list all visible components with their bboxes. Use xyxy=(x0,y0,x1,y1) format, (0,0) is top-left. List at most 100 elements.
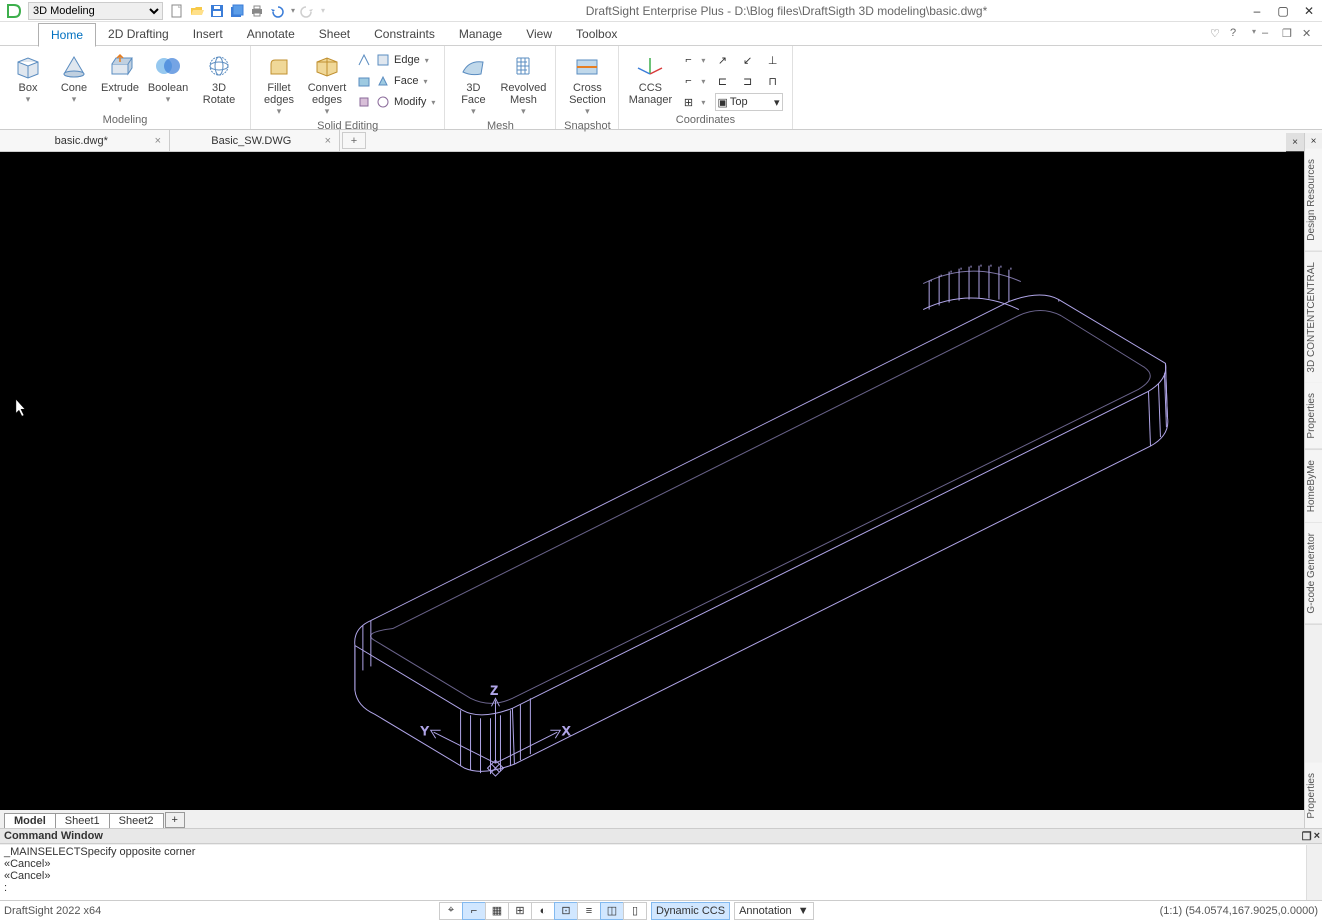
fillet-edges-button[interactable]: Fillet edges▾ xyxy=(257,50,301,119)
coord-icon-6: ⊏ xyxy=(715,73,731,89)
sheet-2[interactable]: Sheet2 xyxy=(109,813,164,828)
tab-toolbox[interactable]: Toolbox xyxy=(564,23,629,45)
tab-home[interactable]: Home xyxy=(38,23,96,47)
coord-icon-1: ⌐ xyxy=(680,52,696,68)
close-icon[interactable]: × xyxy=(155,135,161,147)
face-button[interactable]: Face▾ xyxy=(353,71,438,91)
coordinates-group-label: Coordinates xyxy=(625,113,785,127)
redo-icon[interactable] xyxy=(299,3,315,19)
cmd-close-icon[interactable]: × xyxy=(1314,830,1320,843)
doc-minimize-button[interactable]: – xyxy=(1262,27,1276,41)
extrude-button[interactable]: Extrude▾ xyxy=(98,50,142,107)
revolved-mesh-button[interactable]: Revolved Mesh▾ xyxy=(497,50,549,119)
undo-dropdown-icon[interactable]: ▾ xyxy=(291,6,295,15)
tab-sheet[interactable]: Sheet xyxy=(307,23,362,45)
coord-icon-2: ↗ xyxy=(715,52,731,68)
extrude-icon xyxy=(104,52,136,80)
convert-edges-button[interactable]: Convert edges▾ xyxy=(303,50,351,119)
tab-2d-drafting[interactable]: 2D Drafting xyxy=(96,23,181,45)
command-window[interactable]: _MAINSELECTSpecify opposite corner «Canc… xyxy=(0,844,1322,900)
add-document-button[interactable]: + xyxy=(342,132,366,149)
cmd-line: «Cancel» xyxy=(4,870,1318,882)
mesh-group-label: Mesh xyxy=(451,119,549,133)
coord-row3[interactable]: ⊞▾ ▣Top▾ xyxy=(677,92,785,112)
scrollbar[interactable] xyxy=(1306,845,1322,900)
tab-insert[interactable]: Insert xyxy=(181,23,235,45)
ccs-manager-icon xyxy=(634,52,666,80)
status-btn-esnap[interactable]: ⊡ xyxy=(554,902,578,920)
ribbon: Box▾ Cone▾ Extrude▾ Boolean▾ 3D Rotate M… xyxy=(0,46,1322,130)
new-icon[interactable] xyxy=(169,3,185,19)
modify-button[interactable]: Modify▾ xyxy=(353,92,438,112)
status-btn-qinput[interactable]: ▯ xyxy=(623,902,647,920)
panel-homebyme[interactable]: HomeByMe xyxy=(1305,450,1322,523)
panel-properties[interactable]: Properties xyxy=(1305,383,1322,450)
panel-properties-2[interactable]: Properties xyxy=(1305,763,1322,830)
fillet-icon xyxy=(263,52,295,80)
box-button[interactable]: Box▾ xyxy=(6,50,50,107)
sheet-tabs: Model Sheet1 Sheet2 + xyxy=(0,810,1304,828)
open-icon[interactable] xyxy=(189,3,205,19)
panel-design-resources[interactable]: Design Resources xyxy=(1305,149,1322,252)
status-btn-etrack[interactable]: ≡ xyxy=(577,902,601,920)
window-controls: – ▢ ✕ xyxy=(1248,4,1318,18)
cmd-dock-icon[interactable]: ❐ xyxy=(1302,830,1312,843)
app-logo[interactable] xyxy=(4,1,24,21)
3d-face-button[interactable]: 3D Face▾ xyxy=(451,50,495,119)
undo-icon[interactable] xyxy=(269,3,285,19)
edge-button[interactable]: Edge▾ xyxy=(353,50,438,70)
maximize-button[interactable]: ▢ xyxy=(1274,4,1292,18)
tab-view[interactable]: View xyxy=(514,23,564,45)
status-annotation[interactable]: Annotation ▼ xyxy=(734,902,814,920)
tab-manage[interactable]: Manage xyxy=(447,23,514,45)
help-icon[interactable]: ? xyxy=(1230,27,1244,41)
status-btn-snap[interactable]: ⌐ xyxy=(462,902,486,920)
close-button[interactable]: ✕ xyxy=(1300,4,1318,18)
status-btn-lwt[interactable]: ◫ xyxy=(600,902,624,920)
cmd-prompt[interactable]: : xyxy=(4,882,1318,894)
doc-close-button[interactable]: ✕ xyxy=(1302,27,1316,41)
command-window-header[interactable]: Command Window ❐ × xyxy=(0,828,1322,844)
status-version: DraftSight 2022 x64 xyxy=(4,905,101,917)
close-icon[interactable]: × xyxy=(325,135,331,147)
add-sheet-button[interactable]: + xyxy=(165,812,185,828)
tab-annotate[interactable]: Annotate xyxy=(235,23,307,45)
doc-restore-button[interactable]: ❐ xyxy=(1282,27,1296,41)
face-icon-2 xyxy=(375,73,391,89)
sheet-model[interactable]: Model xyxy=(4,813,56,828)
edge-icon-2 xyxy=(375,52,391,68)
ccs-manager-button[interactable]: CCS Manager xyxy=(625,50,675,108)
view-orientation-select[interactable]: ▣Top▾ xyxy=(715,93,783,111)
panel-3d-contentcentral[interactable]: 3D CONTENTCENTRAL xyxy=(1305,252,1322,384)
right-panel-strip: × Design Resources 3D CONTENTCENTRAL Pro… xyxy=(1304,133,1322,830)
coord-row1[interactable]: ⌐▾ ↗ ↙ ⊥ xyxy=(677,50,785,70)
status-dynamic-ccs[interactable]: Dynamic CCS xyxy=(651,902,730,920)
panel-gcode[interactable]: G-code Generator xyxy=(1305,523,1322,625)
3d-rotate-button[interactable]: 3D Rotate xyxy=(194,50,244,108)
doc-tab-basic[interactable]: basic.dwg*× xyxy=(0,130,170,151)
cube-icon: ▣ xyxy=(718,96,728,109)
doc-tab-basic-sw[interactable]: Basic_SW.DWG× xyxy=(170,130,340,151)
minimize-button[interactable]: – xyxy=(1248,4,1266,18)
modify-icon-2 xyxy=(375,94,391,110)
status-btn-grid[interactable]: ▦ xyxy=(485,902,509,920)
status-btn-1[interactable]: ⌖ xyxy=(439,902,463,920)
drawing-viewport[interactable]: Z X Y xyxy=(0,152,1304,810)
help-dropdown-icon[interactable]: ▾ xyxy=(1252,27,1256,41)
cross-section-button[interactable]: Cross Section▾ xyxy=(562,50,612,119)
panel-pin-icon[interactable]: × xyxy=(1305,133,1322,149)
saveall-icon[interactable] xyxy=(229,3,245,19)
save-icon[interactable] xyxy=(209,3,225,19)
heart-icon[interactable]: ♡ xyxy=(1210,27,1224,41)
cone-button[interactable]: Cone▾ xyxy=(52,50,96,107)
workspace-selector[interactable]: 3D Modeling xyxy=(28,2,163,20)
redo-dropdown-icon[interactable]: ▾ xyxy=(321,6,325,15)
sheet-1[interactable]: Sheet1 xyxy=(55,813,110,828)
tab-constraints[interactable]: Constraints xyxy=(362,23,447,45)
print-icon[interactable] xyxy=(249,3,265,19)
status-btn-polar[interactable]: ◐ xyxy=(531,902,555,920)
coord-row2[interactable]: ⌐▾ ⊏ ⊐ ⊓ xyxy=(677,71,785,91)
panel-close-icon[interactable]: × xyxy=(1286,133,1304,151)
boolean-button[interactable]: Boolean▾ xyxy=(144,50,192,107)
status-btn-ortho[interactable]: ⊞ xyxy=(508,902,532,920)
